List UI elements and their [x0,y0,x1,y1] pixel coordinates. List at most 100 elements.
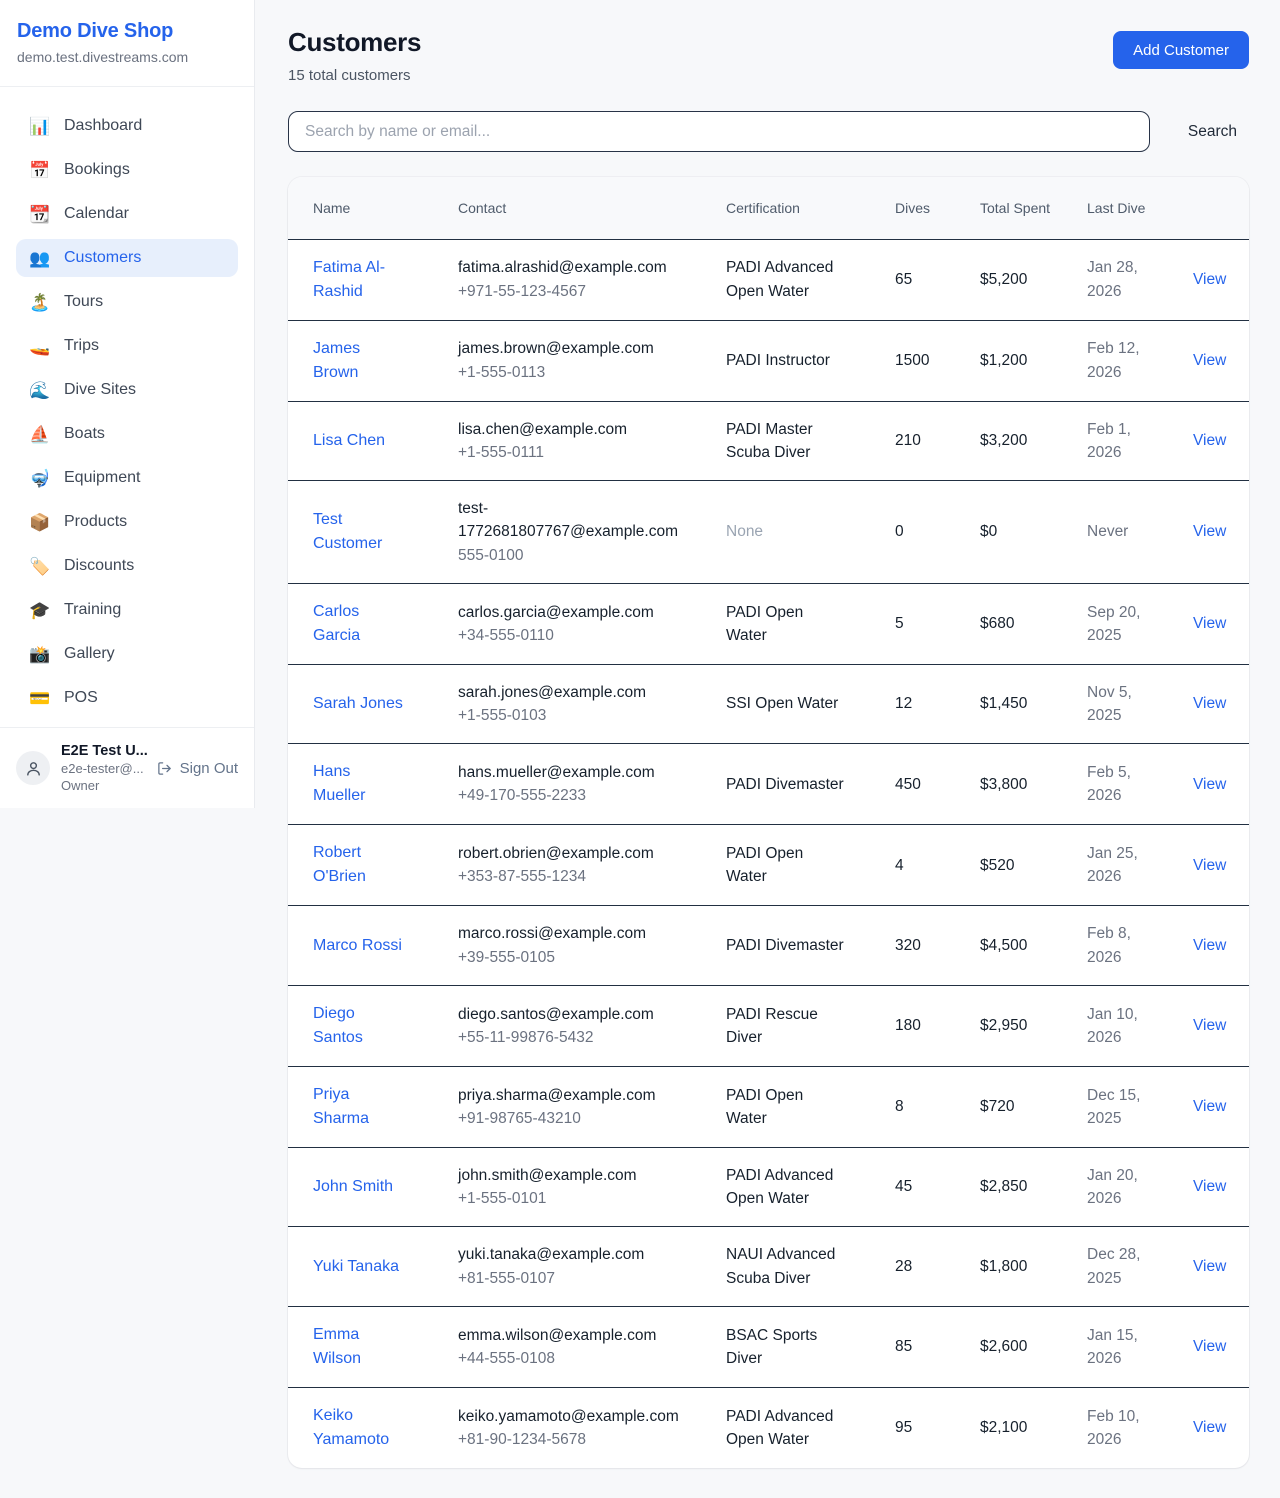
page-header: Customers 15 total customers Add Custome… [288,27,1249,84]
customer-phone: +353-87-555-1234 [458,865,692,888]
total-spent: $5,200 [956,239,1063,320]
view-link[interactable]: View [1193,1419,1226,1436]
customer-phone: +971-55-123-4567 [458,280,692,303]
customer-name-link[interactable]: Sarah Jones [313,695,403,712]
sidebar-item-pos[interactable]: 💳 POS [16,679,238,717]
view-link[interactable]: View [1193,523,1226,540]
customer-name-link[interactable]: James Brown [313,340,360,381]
sidebar-item-equipment[interactable]: 🤿 Equipment [16,459,238,497]
sidebar-item-dashboard[interactable]: 📊 Dashboard [16,107,238,145]
certification-text: BSAC Sports Diver [726,1327,817,1367]
column-header-last-dive: Last Dive [1063,177,1169,239]
user-name: E2E Test U... [61,743,145,759]
view-link[interactable]: View [1193,937,1226,954]
shop-domain: demo.test.divestreams.com [17,49,238,65]
view-link[interactable]: View [1193,1098,1226,1115]
sidebar-item-gallery[interactable]: 📸 Gallery [16,635,238,673]
sidebar-item-products[interactable]: 📦 Products [16,503,238,541]
total-spent: $3,800 [956,744,1063,825]
search-button[interactable]: Search [1176,115,1249,149]
view-link[interactable]: View [1193,1178,1226,1195]
sidebar-item-training[interactable]: 🎓 Training [16,591,238,629]
total-spent: $680 [956,583,1063,664]
total-spent: $1,200 [956,320,1063,401]
sidebar-item-dive-sites[interactable]: 🌊 Dive Sites [16,371,238,409]
last-dive-date: Feb 1, 2026 [1063,401,1169,481]
certification-text: PADI Open Water [726,604,803,644]
search-input[interactable] [288,111,1150,152]
view-link[interactable]: View [1193,1338,1226,1355]
customer-name-link[interactable]: Yuki Tanaka [313,1258,399,1275]
view-link[interactable]: View [1193,695,1226,712]
table-row: Test Customer test-1772681807767@example… [288,481,1249,584]
sidebar-item-tours[interactable]: 🏝️ Tours [16,283,238,321]
customer-name-link[interactable]: Hans Mueller [313,763,365,804]
customer-phone: +1-555-0103 [458,704,692,727]
certification-text: PADI Master Scuba Diver [726,421,813,461]
view-link[interactable]: View [1193,857,1226,874]
calendar-icon: 📅 [29,162,51,179]
customer-name-link[interactable]: Keiko Yamamoto [313,1407,389,1448]
view-link[interactable]: View [1193,432,1226,449]
people-icon: 👥 [29,250,51,267]
certification-text: NAUI Advanced Scuba Diver [726,1246,835,1286]
column-header-actions [1169,177,1249,239]
view-link[interactable]: View [1193,1258,1226,1275]
certification-text: SSI Open Water [726,695,838,712]
wave-icon: 🌊 [29,382,51,399]
certification-text: PADI Advanced Open Water [726,259,833,299]
total-spent: $2,950 [956,985,1063,1066]
view-link[interactable]: View [1193,776,1226,793]
sidebar-item-calendar[interactable]: 📆 Calendar [16,195,238,233]
customers-table: NameContactCertificationDivesTotal Spent… [288,177,1249,1468]
view-link[interactable]: View [1193,615,1226,632]
total-spent: $520 [956,825,1063,906]
customer-name-link[interactable]: Emma Wilson [313,1326,361,1367]
dives-count: 0 [871,481,956,584]
app-title: Demo Dive Shop [17,20,238,43]
customer-email: keiko.yamamoto@example.com [458,1405,692,1428]
customer-email: sarah.jones@example.com [458,681,692,704]
sign-out-button[interactable]: Sign Out [156,760,238,777]
last-dive-date: Never [1063,481,1169,584]
total-spent: $4,500 [956,906,1063,986]
add-customer-button[interactable]: Add Customer [1113,31,1249,69]
sidebar-item-bookings[interactable]: 📅 Bookings [16,151,238,189]
customer-name-link[interactable]: Test Customer [313,511,382,552]
last-dive-date: Sep 20, 2025 [1063,583,1169,664]
customer-phone: +81-90-1234-5678 [458,1428,692,1451]
customer-name-link[interactable]: Carlos Garcia [313,603,360,644]
customer-name-link[interactable]: Robert O'Brien [313,844,366,885]
avatar [16,751,50,785]
customer-name-link[interactable]: Marco Rossi [313,937,402,954]
customer-name-link[interactable]: Fatima Al-Rashid [313,259,385,300]
total-spent: $0 [956,481,1063,584]
customer-name-link[interactable]: Diego Santos [313,1005,363,1046]
view-link[interactable]: View [1193,271,1226,288]
last-dive-date: Feb 10, 2026 [1063,1387,1169,1468]
dives-count: 12 [871,664,956,744]
customer-name-link[interactable]: Priya Sharma [313,1086,369,1127]
sidebar-item-trips[interactable]: 🚤 Trips [16,327,238,365]
customer-name-link[interactable]: John Smith [313,1178,393,1195]
view-link[interactable]: View [1193,1017,1226,1034]
last-dive-date: Jan 10, 2026 [1063,985,1169,1066]
customer-phone: +81-555-0107 [458,1267,692,1290]
sidebar-item-customers[interactable]: 👥 Customers [16,239,238,277]
customer-phone: 555-0100 [458,544,692,567]
user-email: e2e-tester@... [61,761,145,776]
customer-count: 15 total customers [288,67,421,84]
package-icon: 📦 [29,514,51,531]
user-meta: E2E Test U... e2e-tester@... Owner [61,743,145,793]
sidebar-item-boats[interactable]: ⛵ Boats [16,415,238,453]
customer-name-link[interactable]: Lisa Chen [313,432,385,449]
view-link[interactable]: View [1193,352,1226,369]
table-row: Emma Wilson emma.wilson@example.com +44-… [288,1306,1249,1387]
certification-text: PADI Divemaster [726,776,844,793]
customer-phone: +55-11-99876-5432 [458,1026,692,1049]
customer-phone: +91-98765-43210 [458,1107,692,1130]
user-footer: E2E Test U... e2e-tester@... Owner Sign … [0,727,254,808]
column-header-total-spent: Total Spent [956,177,1063,239]
customer-email: lisa.chen@example.com [458,418,692,441]
sidebar-item-discounts[interactable]: 🏷️ Discounts [16,547,238,585]
